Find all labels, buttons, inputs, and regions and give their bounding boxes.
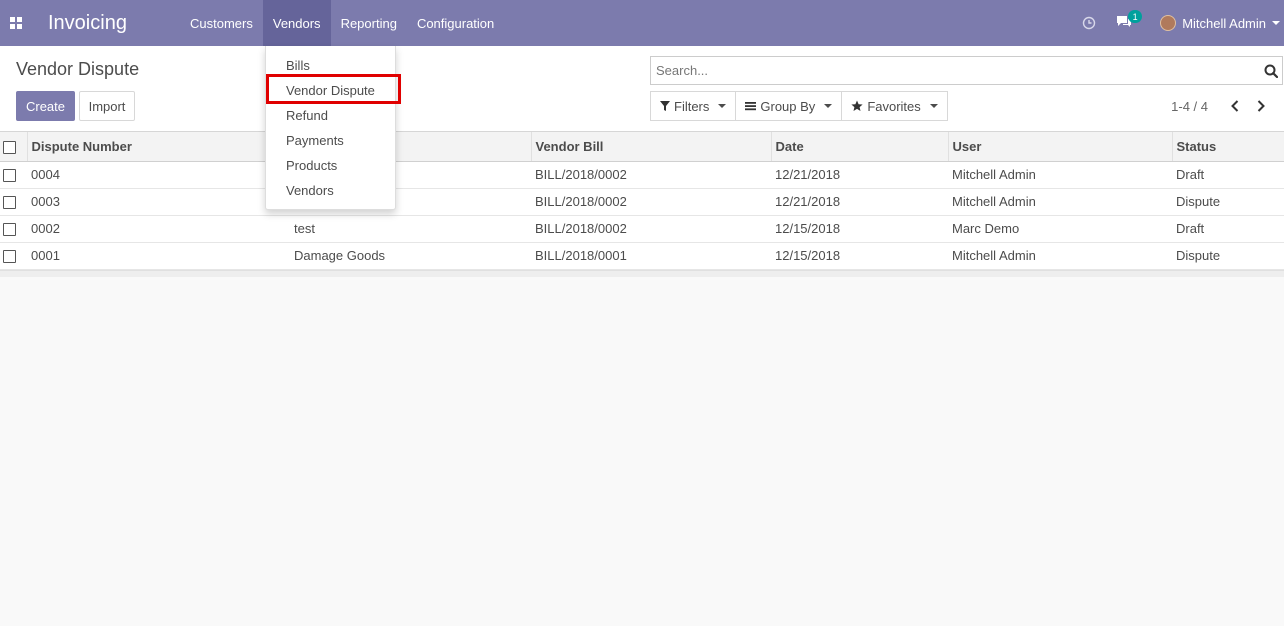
top-navbar: Invoicing Customers Vendors Reporting Co… xyxy=(0,0,1284,46)
favorites-caret-icon xyxy=(929,104,938,108)
cell-date: 12/21/2018 xyxy=(775,194,841,209)
user-caret-icon xyxy=(1272,21,1280,25)
row-select-cell xyxy=(0,161,27,188)
user-avatar[interactable] xyxy=(1160,15,1177,31)
cell-dispute-number: 0001 xyxy=(31,248,60,263)
dropdown-item-products[interactable]: Products xyxy=(266,153,395,178)
column-date[interactable]: Date xyxy=(771,132,949,162)
pager-previous-icon[interactable] xyxy=(1222,91,1248,121)
search-options: Filters Group By Favorites xyxy=(650,91,948,121)
column-status[interactable]: Status xyxy=(1172,132,1284,162)
cell-vendor-bill: BILL/2018/0001 xyxy=(535,248,627,263)
messaging-button[interactable]: 1 xyxy=(1116,10,1143,31)
favorites-button[interactable]: Favorites xyxy=(841,91,948,121)
list-footer xyxy=(0,269,1284,277)
row-checkbox[interactable] xyxy=(3,223,16,237)
navbar-systray: 1 Mitchell Admin xyxy=(1082,0,1284,46)
row-select-cell xyxy=(0,215,27,242)
menu-reporting[interactable]: Reporting xyxy=(331,0,407,46)
filters-label: Filters xyxy=(674,98,710,114)
group-by-label: Group By xyxy=(760,98,816,114)
import-button[interactable]: Import xyxy=(79,91,135,121)
group-by-button[interactable]: Group By xyxy=(735,91,843,121)
cell-dispute-number: 0002 xyxy=(31,221,60,236)
table-row[interactable]: 0004 BILL/2018/0002 12/21/2018 Mitchell … xyxy=(0,161,1284,188)
cell-date: 12/15/2018 xyxy=(775,221,841,236)
search-box xyxy=(650,56,1283,85)
dispute-table: Dispute Number Vendor Bill Date User Sta… xyxy=(0,132,1284,270)
column-user[interactable]: User xyxy=(948,132,1173,162)
star-icon xyxy=(851,100,863,112)
row-checkbox[interactable] xyxy=(3,196,16,210)
table-header-row: Dispute Number Vendor Bill Date User Sta… xyxy=(0,132,1284,162)
row-select-cell xyxy=(0,242,27,269)
cell-dispute-number: 0003 xyxy=(31,194,60,209)
pager-value[interactable]: 1-4 / 4 xyxy=(1171,99,1208,114)
chat-count-badge: 1 xyxy=(1128,10,1143,23)
dropdown-item-vendors[interactable]: Vendors xyxy=(266,178,395,203)
row-select-cell xyxy=(0,188,27,215)
app-title: Invoicing xyxy=(48,11,127,34)
cell-status: Draft xyxy=(1176,221,1205,236)
filters-button[interactable]: Filters xyxy=(650,91,737,121)
apps-menu-icon[interactable] xyxy=(0,0,32,46)
select-all-cell xyxy=(0,132,28,162)
favorites-label: Favorites xyxy=(867,98,921,114)
cell-date: 12/15/2018 xyxy=(775,248,841,263)
cell-user: Marc Demo xyxy=(952,221,1020,236)
cell-date: 12/21/2018 xyxy=(775,167,841,182)
filter-icon xyxy=(660,101,670,111)
control-panel: Vendor Dispute Create Import Filters Gro… xyxy=(0,46,1284,132)
create-button[interactable]: Create xyxy=(16,91,75,121)
column-dispute-number[interactable]: Dispute Number xyxy=(27,132,291,162)
dropdown-item-payments[interactable]: Payments xyxy=(266,128,395,153)
cell-status: Dispute xyxy=(1176,194,1221,209)
bars-icon xyxy=(745,101,757,111)
search-input[interactable] xyxy=(651,57,1260,84)
cell-vendor-bill: BILL/2018/0002 xyxy=(535,221,627,236)
cell-user: Mitchell Admin xyxy=(952,167,1036,182)
pager-next-icon[interactable] xyxy=(1248,91,1274,121)
menu-configuration[interactable]: Configuration xyxy=(407,0,504,46)
cell-vendor-bill: BILL/2018/0002 xyxy=(535,194,627,209)
cell-user: Mitchell Admin xyxy=(952,194,1036,209)
cell-status: Draft xyxy=(1176,167,1205,182)
main-menu: Customers Vendors Reporting Configuratio… xyxy=(180,0,504,46)
cell-name: test xyxy=(294,221,315,236)
user-menu-name[interactable]: Mitchell Admin xyxy=(1182,16,1266,31)
select-all-checkbox[interactable] xyxy=(3,140,16,154)
filters-caret-icon xyxy=(718,104,727,108)
cell-dispute-number: 0004 xyxy=(31,167,60,182)
dropdown-item-refund[interactable]: Refund xyxy=(266,103,395,128)
search-icon[interactable] xyxy=(1260,64,1282,78)
cell-user: Mitchell Admin xyxy=(952,248,1036,263)
menu-customers[interactable]: Customers xyxy=(180,0,263,46)
highlight-box xyxy=(266,74,401,104)
table-row[interactable]: 0001 Damage Goods BILL/2018/0001 12/15/2… xyxy=(0,242,1284,269)
cell-status: Dispute xyxy=(1176,248,1221,263)
pager: 1-4 / 4 xyxy=(1171,91,1274,121)
cell-name: Damage Goods xyxy=(294,248,386,263)
row-checkbox[interactable] xyxy=(3,250,16,264)
dispute-list: Dispute Number Vendor Bill Date User Sta… xyxy=(0,132,1284,277)
column-vendor-bill[interactable]: Vendor Bill xyxy=(531,132,772,162)
cell-vendor-bill: BILL/2018/0002 xyxy=(535,167,627,182)
page-title: Vendor Dispute xyxy=(16,59,140,79)
table-row[interactable]: 0003 BILL/2018/0002 12/21/2018 Mitchell … xyxy=(0,188,1284,215)
row-checkbox[interactable] xyxy=(3,169,16,183)
table-row[interactable]: 0002 test BILL/2018/0002 12/15/2018 Marc… xyxy=(0,215,1284,242)
menu-vendors[interactable]: Vendors xyxy=(262,0,331,46)
vendors-dropdown: Bills Vendor Dispute Refund Payments Pro… xyxy=(265,46,396,210)
group-by-caret-icon xyxy=(824,104,833,108)
clock-icon[interactable] xyxy=(1082,16,1096,30)
